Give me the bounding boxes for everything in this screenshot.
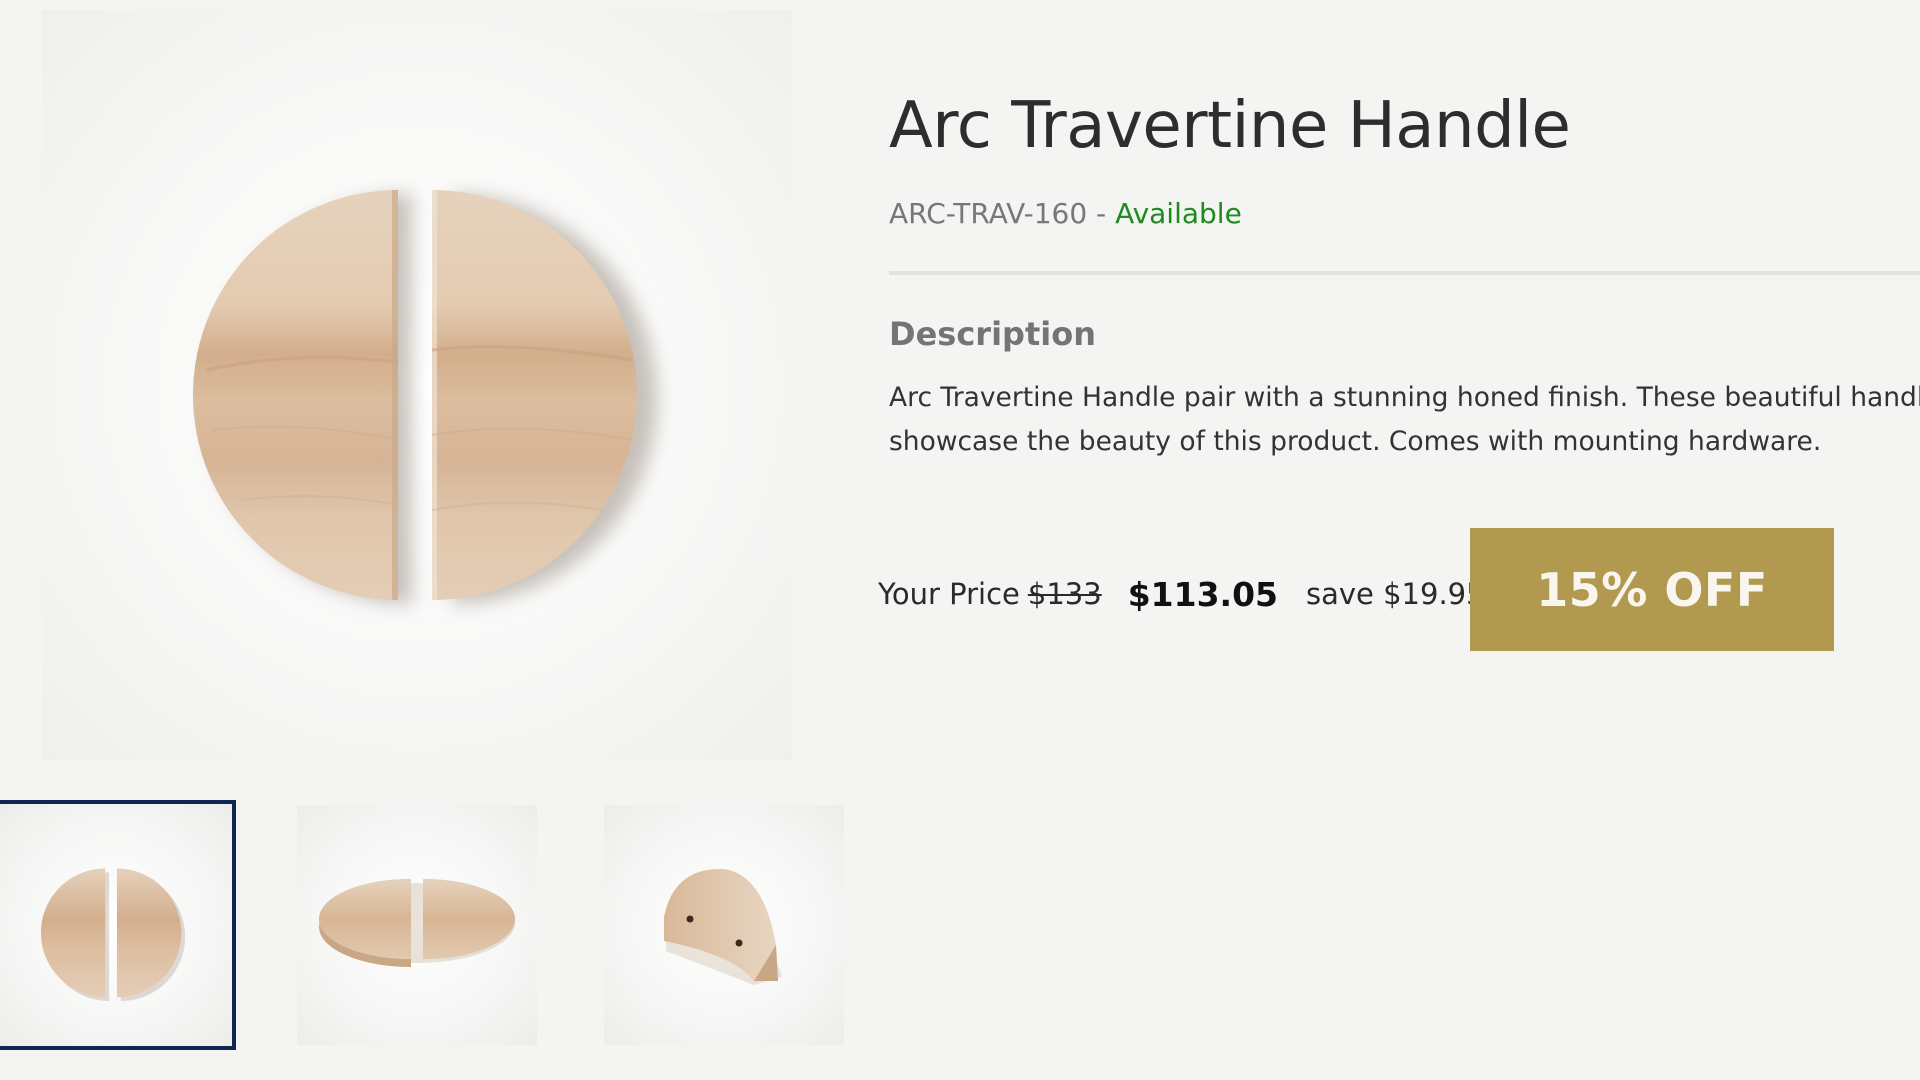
availability-status: Available (1115, 197, 1242, 230)
savings-amount: save $19.95 (1306, 577, 1485, 611)
price-row: Your Price $133 $113.05 save $19.95 (878, 568, 1485, 620)
thumbnail-front-selected[interactable] (0, 800, 236, 1050)
thumbnail-front-image (40, 868, 186, 1002)
thumbnail-side-image (664, 868, 782, 985)
price-label: Your Price (878, 577, 1020, 611)
thumbnail-angled[interactable] (297, 805, 537, 1045)
product-page: Arc Travertine Handle ARC-TRAV-160 - Ava… (0, 0, 1920, 1080)
main-product-image[interactable] (42, 10, 792, 760)
thumbnail-side[interactable] (604, 805, 844, 1045)
current-price: $113.05 (1127, 574, 1278, 614)
thumbnail-gallery (0, 800, 850, 1050)
description-heading: Description (889, 315, 1096, 353)
product-info: Arc Travertine Handle ARC-TRAV-160 - Ava… (878, 0, 1920, 760)
thumbnail-angled-image (319, 879, 515, 967)
discount-badge: 15% OFF (1470, 528, 1834, 651)
travertine-handles-front-image (193, 190, 657, 604)
original-price: $133 (1027, 577, 1102, 611)
description-text: Arc Travertine Handle pair with a stunni… (889, 382, 1920, 457)
sku-separator: - (1087, 197, 1116, 230)
section-divider (889, 271, 1920, 275)
sku-availability-line: ARC-TRAV-160 - Available (889, 196, 1242, 232)
product-title: Arc Travertine Handle (889, 89, 1571, 163)
product-sku: ARC-TRAV-160 (889, 197, 1088, 230)
